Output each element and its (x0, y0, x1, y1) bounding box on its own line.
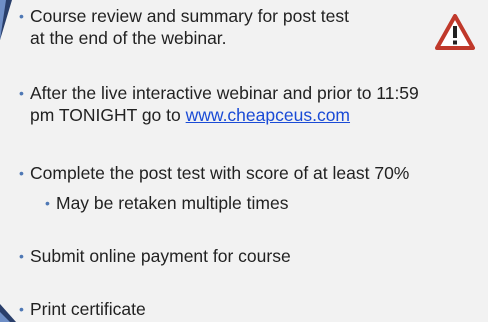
bullet-text-line: pm TONIGHT go to www.cheapceus.com (30, 104, 419, 126)
bullet-dot: • (45, 195, 50, 211)
bullet-dot: • (19, 85, 24, 101)
warning-icon (435, 14, 475, 50)
bullet-text-line: Course review and summary for post test (30, 6, 350, 26)
corner-decoration-bottom-light (0, 312, 10, 322)
bullet-text-line: Print certificate (30, 299, 146, 319)
bullet-text-prefix: pm TONIGHT go to (30, 105, 186, 125)
corner-decoration-top-light (0, 0, 6, 40)
bullet-text-line: Complete the post test with score of at … (30, 163, 410, 183)
sub-bullet-retake: • May be retaken multiple times (45, 192, 289, 214)
bullet-post-test: • Complete the post test with score of a… (19, 162, 410, 184)
bullet-dot: • (19, 248, 24, 264)
bullet-text-line: Submit online payment for course (30, 246, 291, 266)
bullet-print-certificate: • Print certificate (19, 298, 146, 320)
bullet-text-line: After the live interactive webinar and p… (30, 83, 419, 103)
bullet-course-review: • Course review and summary for post tes… (19, 5, 350, 49)
bullet-dot: • (19, 8, 24, 24)
bullet-payment: • Submit online payment for course (19, 245, 291, 267)
bullet-dot: • (19, 165, 24, 181)
bullet-text-line: May be retaken multiple times (56, 193, 289, 213)
website-link[interactable]: www.cheapceus.com (186, 105, 350, 125)
bullet-dot: • (19, 301, 24, 317)
bullet-after-webinar: • After the live interactive webinar and… (19, 82, 419, 126)
bullet-text-line: at the end of the webinar. (30, 28, 227, 48)
